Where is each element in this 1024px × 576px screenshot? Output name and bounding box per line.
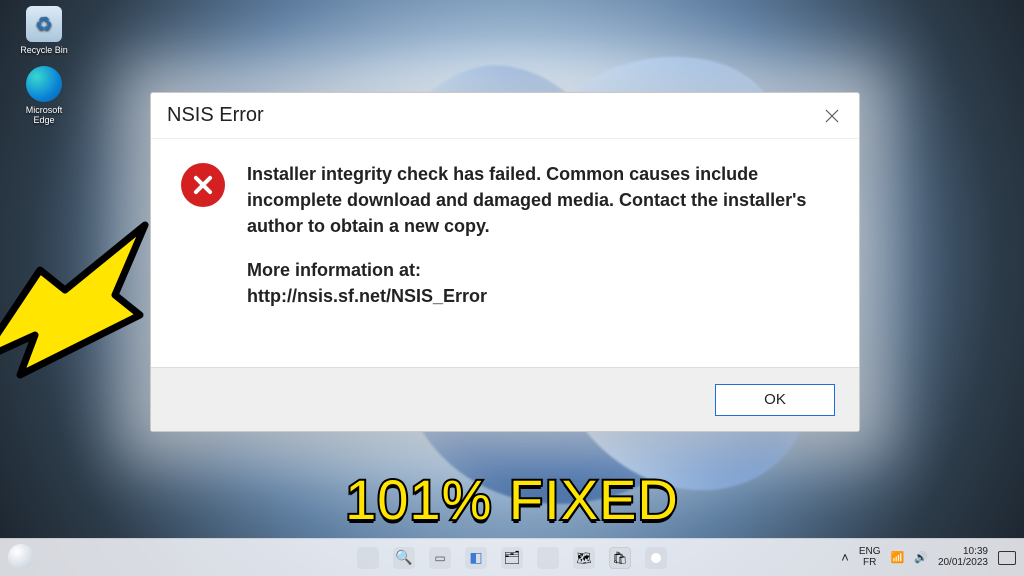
error-icon — [181, 163, 225, 207]
lang-secondary: FR — [859, 558, 881, 569]
language-indicator[interactable]: ENG FR — [859, 547, 881, 568]
start-button[interactable] — [357, 547, 379, 569]
wifi-icon[interactable] — [891, 551, 905, 564]
edge-taskbar-icon[interactable] — [537, 547, 559, 569]
dialog-titlebar[interactable]: NSIS Error — [151, 93, 859, 139]
store-icon[interactable] — [609, 547, 631, 569]
close-icon — [824, 108, 840, 124]
dialog-message: Installer integrity check has failed. Co… — [247, 161, 807, 239]
edge-icon — [26, 66, 62, 102]
ok-button[interactable]: OK — [715, 384, 835, 416]
system-tray: ENG FR 10:39 20/01/2023 — [841, 547, 1016, 568]
task-view-icon[interactable] — [429, 547, 451, 569]
maps-icon[interactable] — [573, 547, 595, 569]
recycle-bin-icon — [26, 6, 62, 42]
dialog-close-button[interactable] — [821, 105, 843, 127]
chrome-icon[interactable] — [645, 547, 667, 569]
volume-icon[interactable] — [914, 551, 928, 564]
notifications-icon[interactable] — [998, 551, 1016, 565]
taskbar: ENG FR 10:39 20/01/2023 — [0, 538, 1024, 576]
dialog-more-info: More information at: http://nsis.sf.net/… — [247, 257, 807, 309]
widgets-icon[interactable] — [465, 547, 487, 569]
tray-overflow-icon[interactable] — [841, 550, 849, 565]
dialog-more-info-label: More information at: — [247, 260, 421, 280]
taskbar-search-icon[interactable] — [393, 547, 415, 569]
nsis-error-dialog: NSIS Error Installer integrity check has… — [150, 92, 860, 432]
lang-primary: ENG — [859, 547, 881, 558]
dialog-more-info-url: http://nsis.sf.net/NSIS_Error — [247, 286, 487, 306]
desktop-icon-recycle-bin[interactable]: Recycle Bin — [14, 6, 74, 55]
dialog-footer: OK — [151, 367, 859, 431]
file-explorer-icon[interactable] — [501, 547, 523, 569]
thumbnail-caption: 101% FIXED — [0, 467, 1024, 532]
desktop-icon-label: Recycle Bin — [14, 45, 74, 55]
dialog-title: NSIS Error — [167, 104, 264, 127]
taskbar-weather-widget[interactable] — [8, 544, 34, 570]
dialog-body: Installer integrity check has failed. Co… — [151, 139, 859, 319]
taskbar-clock[interactable]: 10:39 20/01/2023 — [938, 547, 988, 568]
dialog-message-area: Installer integrity check has failed. Co… — [247, 161, 807, 309]
clock-date: 20/01/2023 — [938, 558, 988, 569]
taskbar-center — [357, 547, 667, 569]
desktop-icon-edge[interactable]: Microsoft Edge — [14, 66, 74, 125]
clock-time: 10:39 — [938, 547, 988, 558]
desktop-icon-label: Microsoft Edge — [14, 105, 74, 125]
